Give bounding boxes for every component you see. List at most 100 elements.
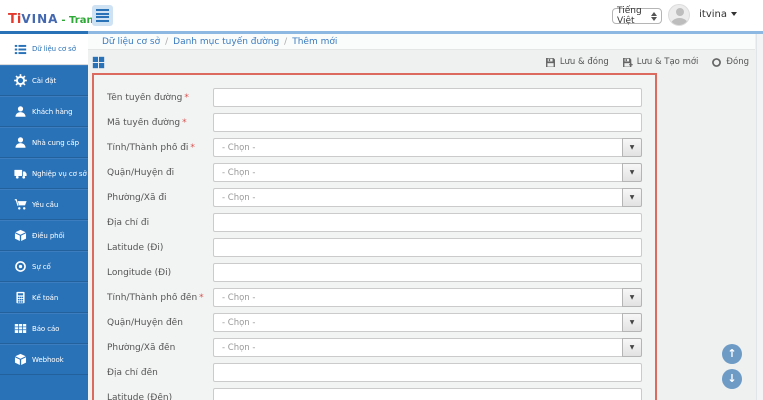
select-value: - Chọn - — [213, 288, 622, 307]
select-dropdown-button[interactable]: ▼ — [622, 338, 642, 357]
app-logo[interactable]: TiVINA - Trans — [8, 8, 100, 27]
form-row-0: Tên tuyến đường * — [107, 88, 642, 107]
form-row-5: Địa chỉ đi — [107, 213, 642, 232]
save-icon — [545, 57, 556, 68]
field-input-12[interactable] — [213, 388, 642, 400]
field-select-3[interactable]: - Chọn - ▼ — [213, 163, 642, 182]
sidebar-item-2[interactable]: Khách hàng — [0, 96, 88, 127]
select-value: - Chọn - — [213, 163, 622, 182]
user-menu[interactable]: itvina — [699, 9, 737, 20]
select-dropdown-button[interactable]: ▼ — [622, 288, 642, 307]
cube-icon — [14, 229, 27, 242]
breadcrumb-item-1[interactable]: Danh mục tuyến đường — [173, 37, 279, 47]
select-value: - Chọn - — [213, 138, 622, 157]
sidebar-item-0[interactable]: Dữ liệu cơ sở — [0, 34, 88, 65]
logo-prefix: Ti — [8, 12, 22, 27]
field-label: Phường/Xã đi — [107, 192, 167, 203]
form-row-7: Longitude (Đi) — [107, 263, 642, 282]
field-select-4[interactable]: - Chọn - ▼ — [213, 188, 642, 207]
toolbar: Lưu & đóng Lưu & Tạo mới Đóng — [92, 52, 749, 72]
sidebar-item-1[interactable]: Cài đặt — [0, 65, 88, 96]
sidebar-item-5[interactable]: Yêu cầu — [0, 189, 88, 220]
sidebar-item-label: Sự cố — [32, 262, 51, 271]
sidebar-item-7[interactable]: Sự cố — [0, 251, 88, 282]
sidebar-item-6[interactable]: Điều phối — [0, 220, 88, 251]
select-dropdown-button[interactable]: ▼ — [622, 163, 642, 182]
user-icon — [14, 105, 27, 118]
toolbar-button-1[interactable]: Lưu & Tạo mới — [622, 57, 699, 68]
field-label: Địa chỉ đi — [107, 217, 150, 228]
grid-icon[interactable] — [92, 56, 105, 69]
form-row-4: Phường/Xã đi - Chọn - ▼ — [107, 188, 642, 207]
field-input-7[interactable] — [213, 263, 642, 282]
field-label: Latitude (Đi) — [107, 242, 164, 253]
header-divider-left — [0, 31, 88, 34]
form-row-8: Tỉnh/Thành phố đến * - Chọn - ▼ — [107, 288, 642, 307]
field-input-11[interactable] — [213, 363, 642, 382]
breadcrumb-item-0[interactable]: Dữ liệu cơ sở — [102, 37, 160, 47]
required-asterisk: * — [184, 92, 189, 103]
field-select-9[interactable]: - Chọn - ▼ — [213, 313, 642, 332]
field-select-8[interactable]: - Chọn - ▼ — [213, 288, 642, 307]
form-row-10: Phường/Xã đến - Chọn - ▼ — [107, 338, 642, 357]
toolbar-button-2[interactable]: Đóng — [711, 57, 749, 68]
form-row-1: Mã tuyến đường * — [107, 113, 642, 132]
cube-icon — [14, 353, 27, 366]
required-asterisk: * — [190, 142, 195, 153]
hamburger-menu-icon[interactable] — [92, 5, 113, 26]
required-asterisk: * — [182, 117, 187, 128]
scrollbar[interactable] — [756, 34, 763, 400]
field-input-0[interactable] — [213, 88, 642, 107]
list-icon — [14, 43, 27, 56]
breadcrumb: Dữ liệu cơ sở / Danh mục tuyến đường / Thêm … — [88, 34, 755, 50]
field-label: Tỉnh/Thành phố đi * — [107, 142, 195, 153]
field-select-2[interactable]: - Chọn - ▼ — [213, 138, 642, 157]
sidebar-item-4[interactable]: Nghiệp vụ cơ sở — [0, 158, 88, 189]
field-select-10[interactable]: - Chọn - ▼ — [213, 338, 642, 357]
field-label: Longitude (Đi) — [107, 267, 172, 278]
close-circle-icon — [711, 57, 722, 68]
form-row-6: Latitude (Đi) — [107, 238, 642, 257]
sidebar-item-8[interactable]: Kế toán — [0, 282, 88, 313]
select-value: - Chọn - — [213, 188, 622, 207]
field-label: Quận/Huyện đi — [107, 167, 175, 178]
table-icon — [14, 322, 27, 335]
avatar[interactable] — [668, 4, 690, 26]
field-input-5[interactable] — [213, 213, 642, 232]
logo-name: VINA — [21, 12, 59, 26]
scroll-down-button[interactable]: ↓ — [722, 369, 742, 389]
select-dropdown-button[interactable]: ▼ — [622, 313, 642, 332]
disc-icon — [14, 260, 27, 273]
sidebar-item-label: Dữ liệu cơ sở — [32, 45, 76, 53]
field-label: Phường/Xã đến — [107, 342, 176, 353]
toolbar-button-label: Lưu & Tạo mới — [636, 57, 699, 67]
top-header: TiVINA - Trans Tiếng Việt itvina — [0, 0, 763, 31]
toolbar-button-label: Lưu & đóng — [559, 57, 609, 67]
select-value: - Chọn - — [213, 313, 622, 332]
select-dropdown-button[interactable]: ▼ — [622, 138, 642, 157]
select-dropdown-button[interactable]: ▼ — [622, 188, 642, 207]
field-label: Latitude (Đến) — [107, 392, 173, 400]
field-input-6[interactable] — [213, 238, 642, 257]
form-row-3: Quận/Huyện đi - Chọn - ▼ — [107, 163, 642, 182]
sidebar-item-9[interactable]: Báo cáo — [0, 313, 88, 344]
field-label: Địa chỉ đến — [107, 367, 158, 378]
truck-icon — [14, 167, 27, 180]
form-row-2: Tỉnh/Thành phố đi * - Chọn - ▼ — [107, 138, 642, 157]
scroll-up-button[interactable]: ↑ — [722, 344, 742, 364]
sidebar-item-label: Cài đặt — [32, 76, 57, 85]
sidebar-item-label: Kế toán — [32, 293, 59, 302]
sidebar-item-3[interactable]: Nhà cung cấp — [0, 127, 88, 158]
toolbar-button-0[interactable]: Lưu & đóng — [545, 57, 609, 68]
form-row-9: Quận/Huyện đến - Chọn - ▼ — [107, 313, 642, 332]
language-select[interactable]: Tiếng Việt — [612, 6, 662, 26]
field-input-1[interactable] — [213, 113, 642, 132]
sidebar-item-10[interactable]: Webhook — [0, 344, 88, 375]
sidebar: Dữ liệu cơ sở Cài đặt Khách hàng Nhà cung c… — [0, 34, 88, 400]
field-label: Quận/Huyện đến — [107, 317, 183, 328]
sidebar-item-label: Điều phối — [32, 231, 65, 240]
breadcrumb-item-2[interactable]: Thêm mới — [292, 37, 337, 47]
field-label: Tên tuyến đường * — [107, 92, 189, 103]
save-new-icon — [622, 57, 633, 68]
header-divider-right — [88, 31, 763, 34]
